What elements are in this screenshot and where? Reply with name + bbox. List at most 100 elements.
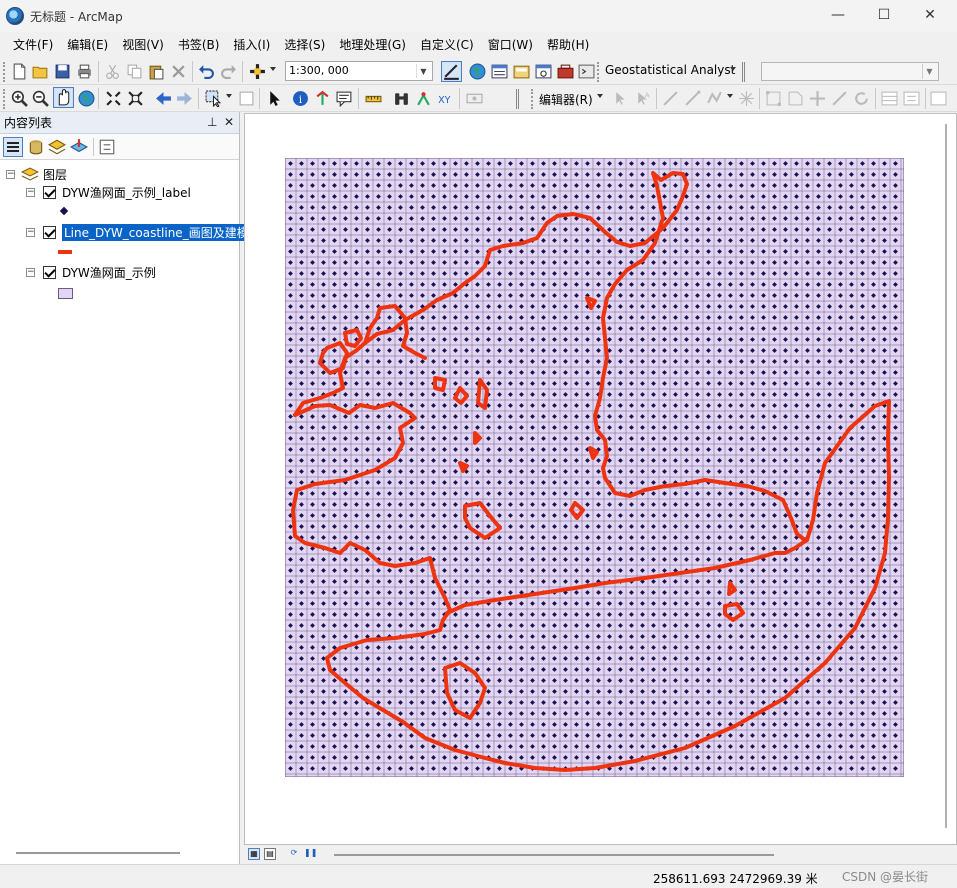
search-window-icon[interactable] — [535, 63, 552, 80]
find-route-icon[interactable] — [415, 90, 432, 107]
back-arrow-icon[interactable] — [155, 90, 172, 107]
layer-visibility-checkbox[interactable] — [43, 185, 56, 199]
menu-customize[interactable]: 自定义(C) — [413, 34, 481, 56]
trace-icon[interactable] — [706, 90, 723, 107]
menu-selection[interactable]: 选择(S) — [277, 34, 332, 56]
chevron-down-icon[interactable]: ▼ — [416, 64, 430, 78]
table-of-contents-icon[interactable] — [491, 63, 508, 80]
editor-toolbar-icon[interactable] — [441, 61, 462, 82]
rotate-icon[interactable] — [853, 90, 870, 107]
map-horizontal-scrollbar[interactable] — [334, 854, 774, 856]
add-data-icon[interactable] — [249, 63, 266, 80]
toc-horizontal-scrollbar[interactable] — [16, 852, 180, 854]
point-icon[interactable] — [738, 90, 755, 107]
globe-icon[interactable] — [469, 63, 486, 80]
point-symbol-swatch[interactable] — [59, 206, 69, 216]
zoom-out-icon[interactable] — [32, 90, 49, 107]
menu-insert[interactable]: 插入(I) — [226, 34, 277, 56]
layer-visibility-checkbox[interactable] — [43, 265, 56, 279]
construct-dropdown-icon[interactable] — [727, 94, 733, 98]
polygon-symbol-swatch[interactable] — [58, 288, 73, 299]
pin-icon[interactable]: ⊥ — [207, 115, 217, 129]
copy-icon[interactable] — [126, 63, 143, 80]
fixed-zoom-out-icon[interactable] — [127, 90, 144, 107]
select-elements-arrow-icon[interactable] — [266, 90, 283, 107]
split-icon[interactable] — [831, 90, 848, 107]
toc-root-group[interactable]: − 图层 — [6, 164, 67, 184]
toolbar-grip[interactable] — [516, 89, 520, 109]
create-features-icon[interactable] — [930, 90, 947, 107]
map-scale-combo[interactable]: 1:300, 000 ▼ — [285, 61, 433, 81]
catalog-icon[interactable] — [513, 63, 530, 80]
toc-layer-row[interactable]: − DYW渔网面_示例_label — [26, 182, 191, 202]
menu-view[interactable]: 视图(V) — [115, 34, 171, 56]
forward-arrow-icon[interactable] — [176, 90, 193, 107]
editor-menu[interactable]: 编辑器(R) — [539, 91, 593, 108]
toolbar-grip[interactable] — [531, 89, 535, 109]
collapse-icon[interactable]: − — [6, 169, 15, 179]
save-icon[interactable] — [54, 63, 71, 80]
add-data-dropdown-icon[interactable] — [270, 67, 276, 71]
geostatistical-dropdown-icon[interactable] — [730, 67, 736, 71]
redo-icon[interactable] — [220, 63, 237, 80]
attributes-icon[interactable] — [881, 90, 898, 107]
cut-icon[interactable] — [104, 63, 121, 80]
new-document-icon[interactable] — [11, 63, 28, 80]
toolbar-grip[interactable] — [3, 62, 7, 82]
geostatistical-analyst-menu[interactable]: Geostatistical Analyst — [605, 63, 735, 77]
editor-dropdown-icon[interactable] — [597, 94, 603, 98]
select-features-icon[interactable] — [205, 90, 222, 107]
menu-geoprocessing[interactable]: 地理处理(G) — [332, 34, 413, 56]
layer-visibility-checkbox[interactable] — [43, 225, 56, 239]
python-window-icon[interactable] — [578, 63, 595, 80]
collapse-icon[interactable]: − — [26, 227, 35, 237]
list-by-drawing-order-icon[interactable] — [3, 137, 23, 157]
sketch-properties-icon[interactable] — [903, 90, 920, 107]
arctoolbox-icon[interactable] — [557, 63, 574, 80]
menu-help[interactable]: 帮助(H) — [540, 34, 596, 56]
undo-icon[interactable] — [198, 63, 215, 80]
maximize-button[interactable]: ☐ — [861, 0, 907, 30]
layer-name[interactable]: DYW渔网面_示例_label — [62, 184, 191, 201]
menu-bookmarks[interactable]: 书签(B) — [171, 34, 227, 56]
list-by-visibility-icon[interactable] — [48, 138, 66, 156]
list-by-source-icon[interactable] — [27, 138, 45, 156]
cut-polygons-icon[interactable] — [809, 90, 826, 107]
select-dropdown-icon[interactable] — [226, 94, 232, 98]
collapse-icon[interactable]: − — [26, 267, 35, 277]
reshape-icon[interactable] — [787, 90, 804, 107]
geostatistical-layer-combo[interactable]: ▼ — [761, 62, 939, 81]
zoom-in-icon[interactable] — [11, 90, 28, 107]
fixed-zoom-in-icon[interactable] — [105, 90, 122, 107]
measure-icon[interactable] — [365, 90, 382, 107]
map-vertical-scrollbar[interactable] — [945, 124, 947, 828]
endpoint-arc-icon[interactable] — [684, 90, 701, 107]
edit-tool-icon[interactable] — [612, 90, 629, 107]
minimize-button[interactable]: — — [815, 0, 861, 30]
toc-layer-row[interactable]: − Line_DYW_coastline_画图及建模 — [26, 222, 251, 242]
layout-view-icon[interactable]: ▤ — [264, 848, 276, 860]
menu-file[interactable]: 文件(F) — [6, 34, 60, 56]
full-extent-globe-icon[interactable] — [78, 90, 95, 107]
close-icon[interactable]: ✕ — [224, 115, 234, 129]
map-canvas[interactable] — [285, 158, 904, 777]
find-binoculars-icon[interactable] — [393, 90, 410, 107]
paste-icon[interactable] — [148, 63, 165, 80]
html-popup-icon[interactable] — [336, 90, 353, 107]
toolbar-grip[interactable] — [3, 89, 7, 109]
data-view-icon[interactable]: ▦ — [248, 848, 260, 860]
toc-layer-row[interactable]: − DYW渔网面_示例 — [26, 262, 156, 282]
delete-icon[interactable] — [170, 63, 187, 80]
map-view[interactable] — [244, 113, 957, 845]
straight-segment-icon[interactable] — [662, 90, 679, 107]
open-folder-icon[interactable] — [32, 63, 49, 80]
clear-selection-icon[interactable] — [238, 90, 255, 107]
edit-annotation-icon[interactable]: A — [634, 90, 651, 107]
menu-edit[interactable]: 编辑(E) — [60, 34, 115, 56]
time-slider-icon[interactable] — [466, 90, 483, 107]
layer-name[interactable]: Line_DYW_coastline_画图及建模 — [62, 223, 251, 241]
collapse-icon[interactable]: − — [26, 187, 35, 197]
go-to-xy-icon[interactable]: XY — [437, 90, 454, 107]
identify-icon[interactable]: i — [292, 90, 309, 107]
list-by-selection-icon[interactable] — [70, 138, 88, 156]
